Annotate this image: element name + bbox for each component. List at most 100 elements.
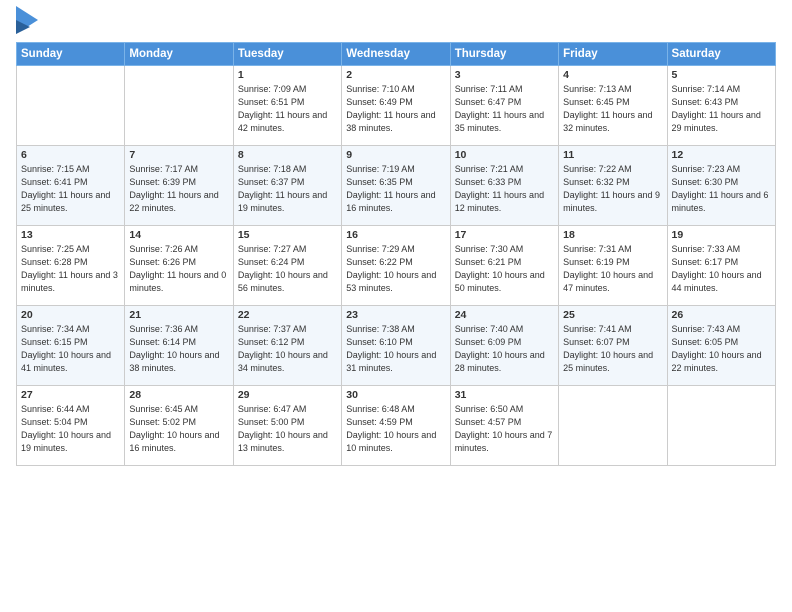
col-header-monday: Monday [125, 43, 233, 66]
day-number: 18 [563, 229, 662, 241]
calendar-cell: 24 Sunrise: 7:40 AMSunset: 6:09 PMDayligh… [450, 306, 558, 386]
day-info: Sunrise: 7:31 AMSunset: 6:19 PMDaylight:… [563, 243, 662, 295]
logo-icon [16, 6, 38, 34]
calendar-cell: 15 Sunrise: 7:27 AMSunset: 6:24 PMDayligh… [233, 226, 341, 306]
day-info: Sunrise: 7:27 AMSunset: 6:24 PMDaylight:… [238, 243, 337, 295]
day-number: 20 [21, 309, 120, 321]
calendar-header-row: SundayMondayTuesdayWednesdayThursdayFrid… [17, 43, 776, 66]
day-number: 24 [455, 309, 554, 321]
day-number: 16 [346, 229, 445, 241]
calendar-cell: 3 Sunrise: 7:11 AMSunset: 6:47 PMDaylight… [450, 66, 558, 146]
day-info: Sunrise: 7:41 AMSunset: 6:07 PMDaylight:… [563, 323, 662, 375]
calendar-cell: 18 Sunrise: 7:31 AMSunset: 6:19 PMDayligh… [559, 226, 667, 306]
calendar-cell: 13 Sunrise: 7:25 AMSunset: 6:28 PMDayligh… [17, 226, 125, 306]
day-info: Sunrise: 7:38 AMSunset: 6:10 PMDaylight:… [346, 323, 445, 375]
calendar-cell: 12 Sunrise: 7:23 AMSunset: 6:30 PMDayligh… [667, 146, 775, 226]
day-number: 6 [21, 149, 120, 161]
day-info: Sunrise: 7:13 AMSunset: 6:45 PMDaylight:… [563, 83, 662, 135]
day-number: 5 [672, 69, 771, 81]
calendar-cell: 22Sunrise: 7:37 AMSunset: 6:12 PMDayligh… [233, 306, 341, 386]
day-number: 12 [672, 149, 771, 161]
day-number: 4 [563, 69, 662, 81]
day-info: Sunrise: 7:14 AMSunset: 6:43 PMDaylight:… [672, 83, 771, 135]
calendar-week-row: 1 Sunrise: 7:09 AMSunset: 6:51 PMDaylight… [17, 66, 776, 146]
day-info: Sunrise: 7:11 AMSunset: 6:47 PMDaylight:… [455, 83, 554, 135]
day-info: Sunrise: 7:17 AMSunset: 6:39 PMDaylight:… [129, 163, 228, 215]
day-number: 10 [455, 149, 554, 161]
day-info: Sunrise: 7:36 AMSunset: 6:14 PMDaylight:… [129, 323, 228, 375]
calendar-week-row: 13 Sunrise: 7:25 AMSunset: 6:28 PMDayligh… [17, 226, 776, 306]
calendar-cell: 28 Sunrise: 6:45 AMSunset: 5:02 PMDayligh… [125, 386, 233, 466]
day-info: Sunrise: 7:26 AMSunset: 6:26 PMDaylight:… [129, 243, 228, 295]
calendar-cell: 4 Sunrise: 7:13 AMSunset: 6:45 PMDaylight… [559, 66, 667, 146]
day-number: 30 [346, 389, 445, 401]
calendar-cell: 14 Sunrise: 7:26 AMSunset: 6:26 PMDayligh… [125, 226, 233, 306]
calendar-week-row: 20 Sunrise: 7:34 AMSunset: 6:15 PMDayligh… [17, 306, 776, 386]
calendar-cell: 26 Sunrise: 7:43 AMSunset: 6:05 PMDayligh… [667, 306, 775, 386]
day-number: 13 [21, 229, 120, 241]
calendar-cell: 1 Sunrise: 7:09 AMSunset: 6:51 PMDaylight… [233, 66, 341, 146]
day-number: 8 [238, 149, 337, 161]
day-number: 22 [238, 309, 337, 321]
header [16, 10, 776, 34]
day-info: Sunrise: 7:09 AMSunset: 6:51 PMDaylight:… [238, 83, 337, 135]
day-info: Sunrise: 6:45 AMSunset: 5:02 PMDaylight:… [129, 403, 228, 455]
day-info: Sunrise: 7:33 AMSunset: 6:17 PMDaylight:… [672, 243, 771, 295]
day-number: 14 [129, 229, 228, 241]
calendar-cell: 2Sunrise: 7:10 AMSunset: 6:49 PMDaylight… [342, 66, 450, 146]
calendar-cell: 27 Sunrise: 6:44 AMSunset: 5:04 PMDayligh… [17, 386, 125, 466]
day-number: 26 [672, 309, 771, 321]
day-number: 21 [129, 309, 228, 321]
calendar-cell: 23Sunrise: 7:38 AMSunset: 6:10 PMDayligh… [342, 306, 450, 386]
calendar-week-row: 27 Sunrise: 6:44 AMSunset: 5:04 PMDayligh… [17, 386, 776, 466]
day-info: Sunrise: 7:18 AMSunset: 6:37 PMDaylight:… [238, 163, 337, 215]
day-info: Sunrise: 7:43 AMSunset: 6:05 PMDaylight:… [672, 323, 771, 375]
day-info: Sunrise: 7:19 AMSunset: 6:35 PMDaylight:… [346, 163, 445, 215]
calendar-table: SundayMondayTuesdayWednesdayThursdayFrid… [16, 42, 776, 466]
calendar-page: SundayMondayTuesdayWednesdayThursdayFrid… [0, 0, 792, 612]
calendar-cell: 7Sunrise: 7:17 AMSunset: 6:39 PMDaylight… [125, 146, 233, 226]
col-header-sunday: Sunday [17, 43, 125, 66]
calendar-cell: 21 Sunrise: 7:36 AMSunset: 6:14 PMDayligh… [125, 306, 233, 386]
day-info: Sunrise: 7:21 AMSunset: 6:33 PMDaylight:… [455, 163, 554, 215]
day-number: 28 [129, 389, 228, 401]
calendar-cell [559, 386, 667, 466]
day-info: Sunrise: 6:44 AMSunset: 5:04 PMDaylight:… [21, 403, 120, 455]
day-info: Sunrise: 7:25 AMSunset: 6:28 PMDaylight:… [21, 243, 120, 295]
calendar-cell: 30 Sunrise: 6:48 AMSunset: 4:59 PMDayligh… [342, 386, 450, 466]
day-info: Sunrise: 7:15 AMSunset: 6:41 PMDaylight:… [21, 163, 120, 215]
calendar-cell: 25 Sunrise: 7:41 AMSunset: 6:07 PMDayligh… [559, 306, 667, 386]
calendar-cell: 5 Sunrise: 7:14 AMSunset: 6:43 PMDaylight… [667, 66, 775, 146]
day-number: 11 [563, 149, 662, 161]
day-info: Sunrise: 7:10 AMSunset: 6:49 PMDaylight:… [346, 83, 445, 135]
col-header-tuesday: Tuesday [233, 43, 341, 66]
day-number: 9 [346, 149, 445, 161]
calendar-cell: 17Sunrise: 7:30 AMSunset: 6:21 PMDayligh… [450, 226, 558, 306]
calendar-cell: 6 Sunrise: 7:15 AMSunset: 6:41 PMDaylight… [17, 146, 125, 226]
calendar-cell: 16 Sunrise: 7:29 AMSunset: 6:22 PMDayligh… [342, 226, 450, 306]
day-info: Sunrise: 6:48 AMSunset: 4:59 PMDaylight:… [346, 403, 445, 455]
day-info: Sunrise: 7:22 AMSunset: 6:32 PMDaylight:… [563, 163, 662, 215]
day-number: 15 [238, 229, 337, 241]
calendar-cell: 9 Sunrise: 7:19 AMSunset: 6:35 PMDaylight… [342, 146, 450, 226]
day-number: 3 [455, 69, 554, 81]
day-number: 29 [238, 389, 337, 401]
calendar-cell [125, 66, 233, 146]
calendar-week-row: 6 Sunrise: 7:15 AMSunset: 6:41 PMDaylight… [17, 146, 776, 226]
calendar-cell: 20 Sunrise: 7:34 AMSunset: 6:15 PMDayligh… [17, 306, 125, 386]
day-number: 17 [455, 229, 554, 241]
logo [16, 10, 40, 34]
col-header-friday: Friday [559, 43, 667, 66]
calendar-cell: 19 Sunrise: 7:33 AMSunset: 6:17 PMDayligh… [667, 226, 775, 306]
calendar-cell: 31Sunrise: 6:50 AMSunset: 4:57 PMDayligh… [450, 386, 558, 466]
day-info: Sunrise: 7:23 AMSunset: 6:30 PMDaylight:… [672, 163, 771, 215]
day-number: 19 [672, 229, 771, 241]
calendar-cell: 8 Sunrise: 7:18 AMSunset: 6:37 PMDaylight… [233, 146, 341, 226]
day-info: Sunrise: 7:29 AMSunset: 6:22 PMDaylight:… [346, 243, 445, 295]
day-number: 1 [238, 69, 337, 81]
day-number: 27 [21, 389, 120, 401]
col-header-thursday: Thursday [450, 43, 558, 66]
day-number: 25 [563, 309, 662, 321]
day-info: Sunrise: 7:34 AMSunset: 6:15 PMDaylight:… [21, 323, 120, 375]
day-info: Sunrise: 7:40 AMSunset: 6:09 PMDaylight:… [455, 323, 554, 375]
